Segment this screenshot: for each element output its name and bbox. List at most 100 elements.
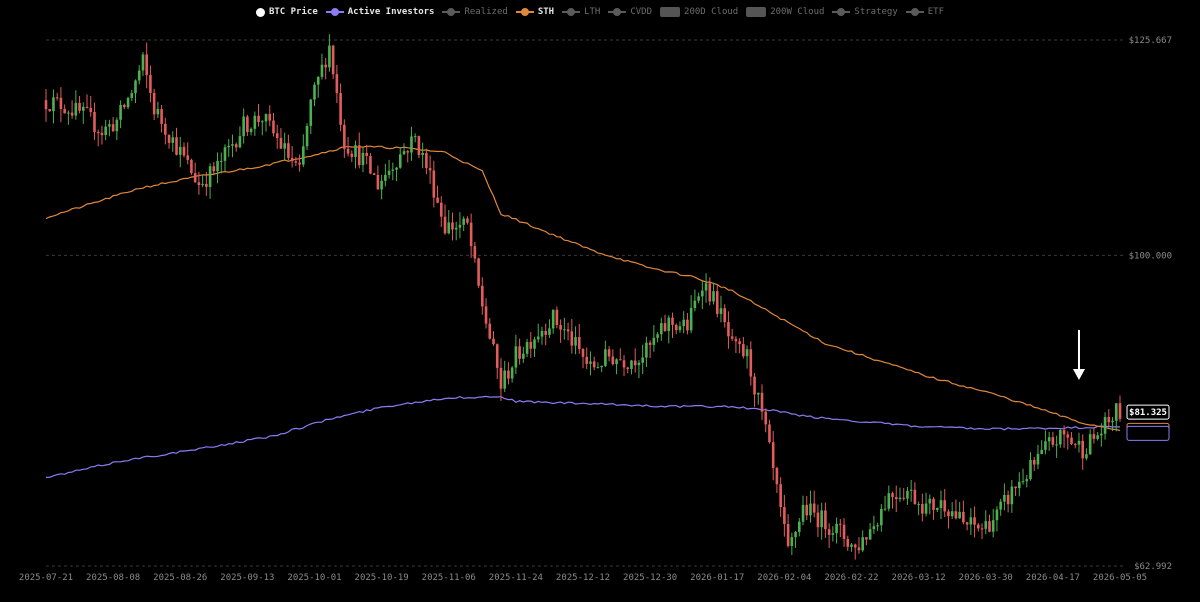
candle-body (794, 531, 797, 538)
price-chart[interactable]: $125.667$100.000$62.992 2025-07-21 2025-0… (0, 0, 1200, 602)
candle-body (563, 329, 566, 331)
candle-body (1044, 441, 1047, 450)
candle-body (462, 218, 465, 225)
candle-body (887, 493, 891, 509)
candle-body (667, 317, 671, 332)
legend-label: Active Investors (347, 7, 435, 17)
candle-body (473, 246, 477, 259)
candle-body (745, 349, 749, 357)
legend-item-active-investors[interactable]: Active Investors (325, 7, 435, 17)
legend-item-btc-price[interactable]: BTC Price (255, 7, 318, 17)
candle-body (622, 360, 626, 368)
y-tick-label: $62.992 (1134, 562, 1172, 572)
legend-item-200d-cloud[interactable]: 200D Cloud (660, 7, 738, 17)
candle-body (708, 283, 712, 302)
candle-body (93, 111, 96, 133)
candle-body (913, 489, 917, 505)
x-tick-label: 2025-08-08 (86, 573, 140, 583)
candle-body (197, 182, 201, 186)
indicator-lines (45, 145, 1121, 478)
candle-body (380, 180, 383, 190)
legend-item-realized[interactable]: Realized (442, 7, 508, 17)
candle-body (928, 498, 932, 504)
legend-item-lth[interactable]: LTH (562, 7, 600, 17)
legend-label: 200W Cloud (770, 7, 825, 17)
candle-body (648, 342, 652, 345)
candle-body (238, 136, 242, 148)
candle-body (346, 148, 350, 154)
candle-body (376, 174, 380, 190)
candle-body (697, 296, 700, 301)
candle-body (305, 125, 309, 147)
candle-body (283, 143, 286, 149)
candle-body (320, 64, 324, 77)
candle-body (171, 137, 175, 143)
candle-body (805, 504, 809, 516)
candle-body (555, 309, 559, 326)
candle-body (1073, 443, 1077, 445)
candle-body (723, 308, 727, 323)
candle-body (958, 511, 961, 519)
candle-body (1032, 459, 1036, 465)
candle-body (48, 109, 52, 112)
candle-body (876, 525, 879, 527)
legend-item-sth[interactable]: STH (515, 7, 554, 17)
candle-body (995, 509, 999, 521)
candle-body (976, 524, 980, 529)
candle-body (488, 323, 492, 339)
candle-body (689, 308, 693, 331)
candle-body (298, 162, 301, 165)
candle-body (354, 145, 357, 157)
candle-body (969, 517, 973, 525)
candle-body (219, 160, 223, 162)
candle-body (727, 322, 730, 337)
candle-body (302, 146, 305, 165)
candle-body (1088, 434, 1092, 455)
candle-body (645, 342, 648, 358)
annotation-arrow (1072, 330, 1085, 380)
candle-body (1066, 434, 1070, 438)
candle-body (891, 493, 894, 498)
legend-label: Realized (464, 7, 508, 17)
candle-body (812, 503, 816, 513)
candle-body (574, 337, 577, 346)
candle-body (1059, 430, 1062, 445)
candle-body (290, 157, 294, 162)
candle-body (350, 153, 354, 157)
legend-label: Strategy (854, 7, 898, 17)
line-dot-icon (608, 7, 627, 17)
x-axis: 2025-07-21 2025-08-08 2025-08-26 2025-09-13… (19, 573, 1147, 583)
candle-body (652, 337, 656, 345)
candle-body (275, 133, 279, 138)
candle-body (104, 126, 107, 136)
candle-body (96, 132, 100, 134)
candle-body (357, 145, 361, 165)
candle-body (842, 524, 846, 539)
candle-body (316, 76, 320, 85)
candle-body (402, 151, 406, 155)
line-dot-icon (442, 7, 461, 17)
candle-body (921, 504, 924, 514)
legend-item-cvdd[interactable]: CVDD (608, 7, 652, 17)
candle-body (52, 97, 55, 112)
x-tick-label: 2025-11-06 (422, 573, 476, 583)
x-tick-label: 2026-03-12 (892, 573, 946, 583)
candle-body (686, 319, 689, 331)
legend-item-etf[interactable]: ETF (905, 7, 944, 17)
candle-body (786, 523, 790, 546)
legend-item-200w-cloud[interactable]: 200W Cloud (746, 7, 824, 17)
candle-body (391, 169, 395, 171)
candle-body (231, 144, 234, 146)
candle-body (835, 523, 838, 534)
candle-body (268, 113, 272, 121)
candle-body (495, 344, 499, 368)
candle-body (436, 197, 439, 203)
candle-body (682, 319, 685, 327)
legend-item-strategy[interactable]: Strategy (832, 7, 898, 17)
candle-body (872, 526, 876, 530)
candle-body (201, 183, 204, 186)
candle-body (865, 537, 868, 540)
candle-body (753, 376, 756, 395)
x-tick-label: 2026-03-30 (959, 573, 1013, 583)
candle-body (1021, 481, 1025, 483)
